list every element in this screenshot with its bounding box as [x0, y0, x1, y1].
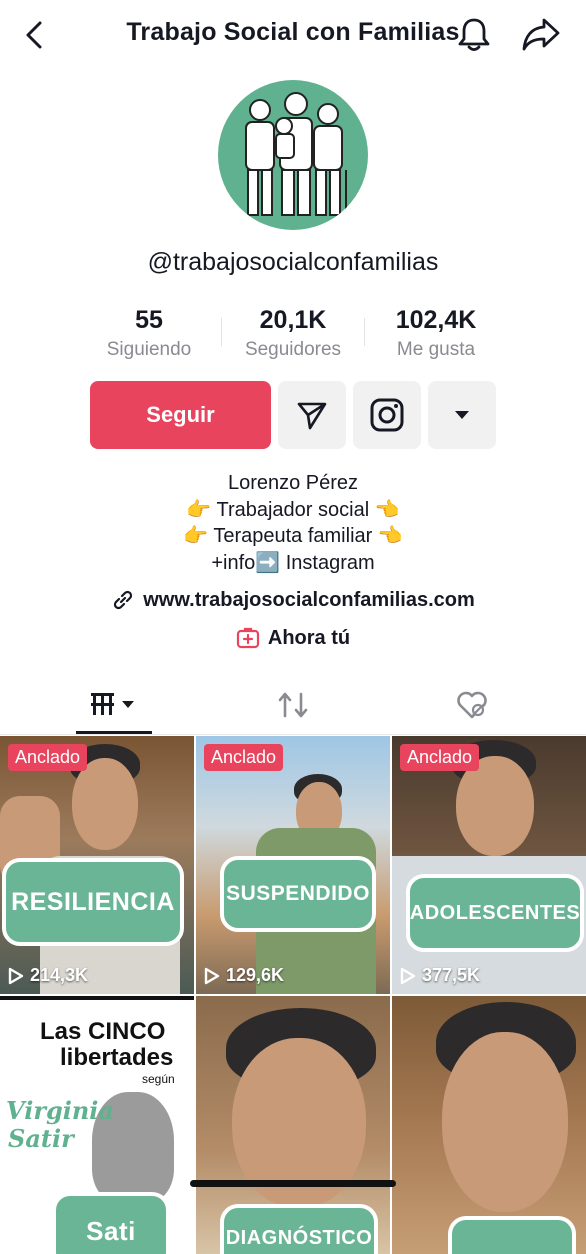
video-thumbnail[interactable]: RESILIENCIA Anclado 214,3K — [0, 736, 194, 994]
bio-line: +info➡️ Instagram — [211, 551, 375, 574]
divider — [221, 318, 222, 346]
stat-label: Siguiendo — [106, 339, 192, 360]
video-thumbnail[interactable]: Las CINCO libertades según Virginia Sati… — [0, 996, 194, 1254]
bio-line: 👉 Terapeuta familiar 👈 — [183, 525, 403, 547]
stat-label: Seguidores — [244, 339, 342, 360]
pinned-badge: Anclado — [8, 744, 88, 771]
thumbnail-title: Virginia — [6, 1096, 114, 1125]
video-caption: DIAGNÓSTICO — [220, 1204, 378, 1254]
thumbnail-title: Satir — [8, 1124, 74, 1153]
stat-followers[interactable]: 20,1K Seguidores — [228, 306, 358, 361]
video-thumbnail[interactable]: DIAGNÓSTICO — [196, 996, 390, 1254]
ahora-tu-link[interactable]: Ahora tú — [0, 626, 586, 650]
view-count-text: 214,3K — [30, 965, 89, 985]
pinned-badge: Anclado — [204, 744, 284, 771]
profile-tabs — [0, 676, 586, 735]
thumbnail-figure — [72, 758, 138, 850]
thumbnail-title: Las CINCO — [40, 1018, 166, 1045]
stat-value: 55 — [135, 306, 163, 334]
view-count-text: 377,5K — [422, 965, 481, 985]
thumbnail-title: según — [142, 1072, 175, 1086]
page-title: Trabajo Social con Familias — [126, 18, 460, 46]
profile-stats: 55 Siguiendo 20,1K Seguidores 102,4K Me … — [0, 306, 586, 366]
play-icon — [400, 967, 416, 984]
instagram-button[interactable] — [353, 381, 421, 449]
home-indicator — [190, 1180, 396, 1187]
thumbnail-border — [0, 996, 194, 1000]
share-icon[interactable] — [520, 14, 562, 54]
send-icon — [297, 402, 327, 430]
tab-videos[interactable] — [76, 676, 152, 734]
profile-actions: Seguir — [0, 381, 586, 451]
stat-value: 102,4K — [395, 306, 477, 334]
stat-likes[interactable]: 102,4K Me gusta — [371, 306, 501, 361]
tab-reposts[interactable] — [255, 676, 331, 734]
ahora-tu-text: Ahora tú — [267, 626, 351, 649]
link-icon — [114, 590, 133, 610]
bio-line: Lorenzo Pérez — [227, 472, 359, 494]
video-caption: SUSPENDIDO — [220, 856, 376, 932]
tab-liked[interactable] — [434, 676, 510, 734]
video-thumbnail[interactable] — [392, 996, 586, 1254]
stat-label: Me gusta — [396, 339, 476, 360]
bio: Lorenzo Pérez 👉 Trabajador social 👈 👉 Te… — [0, 470, 586, 576]
video-caption — [448, 1216, 576, 1254]
view-count: 129,6K — [204, 965, 284, 986]
view-count: 377,5K — [400, 965, 480, 986]
repost-icon — [278, 692, 308, 718]
bio-line: 👉 Trabajador social 👈 — [186, 498, 400, 521]
pinned-badge: Anclado — [400, 744, 480, 771]
thumbnail-title: libertades — [60, 1044, 174, 1071]
instagram-icon — [370, 398, 404, 432]
follow-button[interactable]: Seguir — [90, 381, 271, 449]
bell-icon[interactable] — [454, 14, 494, 54]
play-icon — [8, 967, 24, 984]
grid-icon — [91, 692, 134, 715]
family-illustration-icon — [245, 92, 347, 216]
video-grid: RESILIENCIA Anclado 214,3K SUSPENDIDO An… — [0, 736, 586, 1254]
username: @trabajosocialconfamilias — [147, 248, 439, 276]
video-caption: Sati — [52, 1192, 170, 1254]
more-dropdown-button[interactable] — [428, 381, 496, 449]
thumbnail-figure — [456, 756, 534, 856]
add-video-icon — [236, 627, 259, 649]
avatar[interactable] — [218, 80, 368, 230]
video-caption: RESILIENCIA — [2, 858, 184, 946]
stat-value: 20,1K — [259, 306, 327, 334]
profile-link[interactable]: www.trabajosocialconfamilias.com — [0, 588, 586, 612]
thumbnail-figure — [442, 1032, 568, 1212]
top-bar: Trabajo Social con Familias — [0, 0, 586, 70]
caret-down-icon — [455, 411, 469, 419]
view-count: 214,3K — [8, 965, 88, 986]
video-thumbnail[interactable]: SUSPENDIDO Anclado 129,6K — [196, 736, 390, 994]
play-icon — [204, 967, 220, 984]
divider — [364, 318, 365, 346]
stat-following[interactable]: 55 Siguiendo — [84, 306, 214, 361]
view-count-text: 129,6K — [226, 965, 285, 985]
link-text: www.trabajosocialconfamilias.com — [143, 588, 475, 611]
video-caption: ADOLESCENTES — [406, 874, 584, 952]
message-button[interactable] — [278, 381, 346, 449]
video-thumbnail[interactable]: ADOLESCENTES Anclado 377,5K — [392, 736, 586, 994]
hidden-likes-icon — [457, 691, 487, 719]
